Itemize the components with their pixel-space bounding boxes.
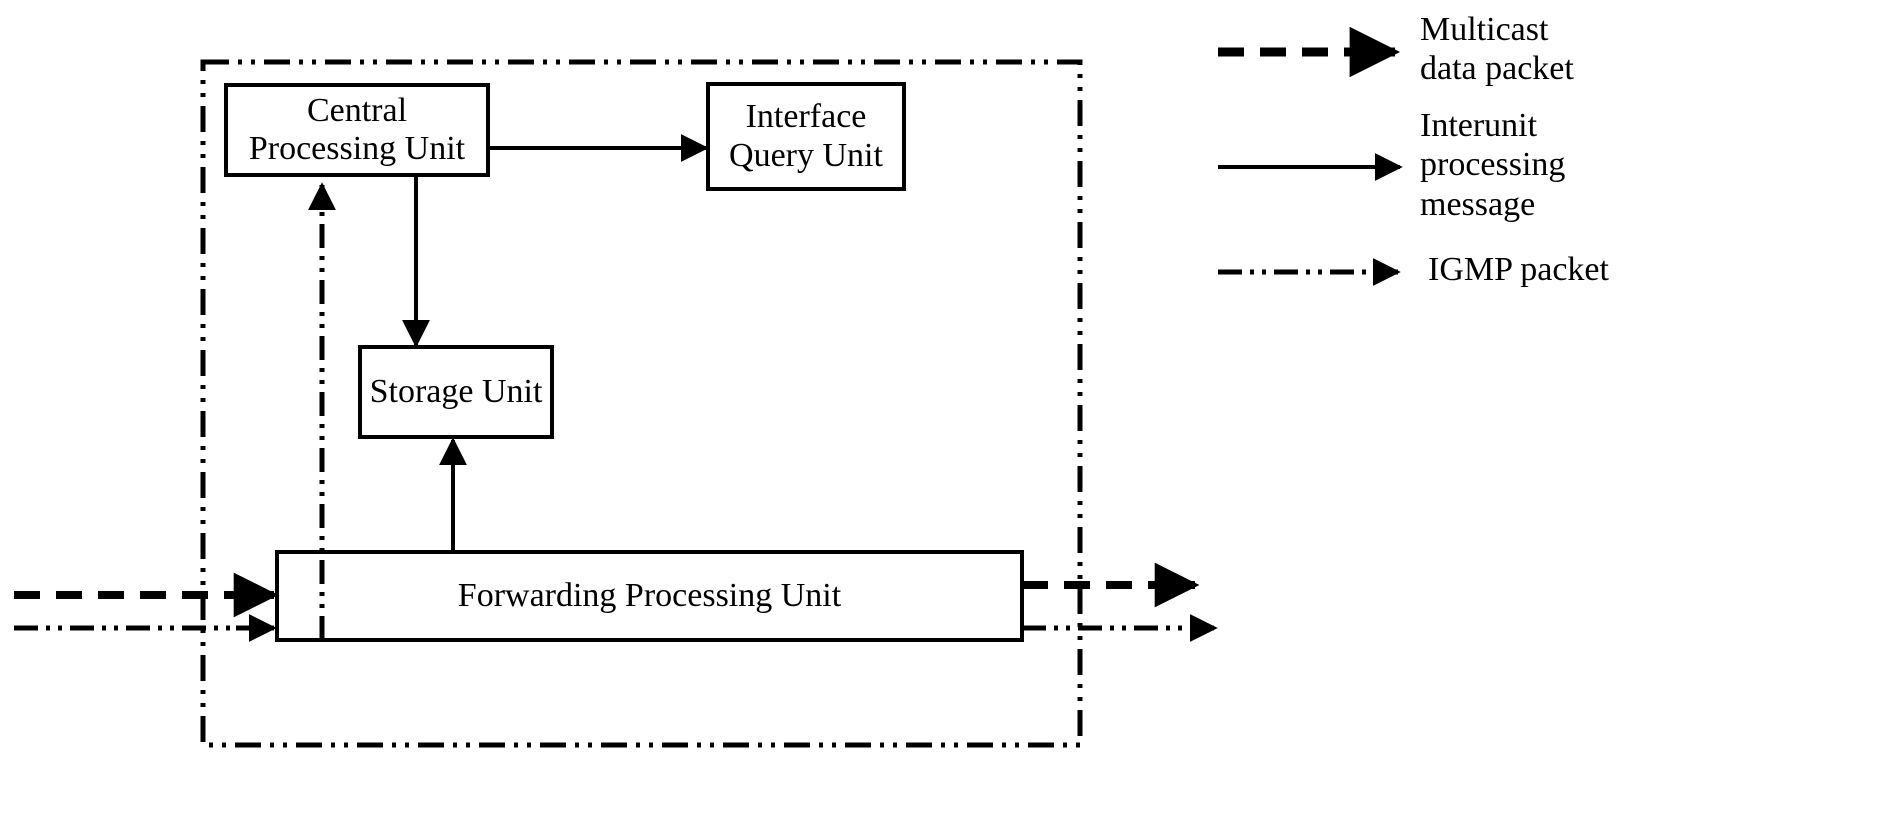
legend-multicast-data-packet-label: Multicast data packet bbox=[1420, 11, 1574, 88]
forwarding-processing-unit-box bbox=[275, 550, 1024, 642]
figure-canvas: Central Processing Unit Interface Query … bbox=[0, 0, 1898, 829]
diagram-svg bbox=[14, 26, 1403, 748]
legend-igmp-packet-label: IGMP packet bbox=[1428, 251, 1609, 288]
legend-interunit-processing-message-label: Interunit processing message bbox=[1420, 107, 1566, 223]
central-processing-unit-box bbox=[224, 83, 490, 177]
storage-unit-box bbox=[358, 345, 554, 439]
interface-query-unit-box bbox=[706, 82, 906, 191]
